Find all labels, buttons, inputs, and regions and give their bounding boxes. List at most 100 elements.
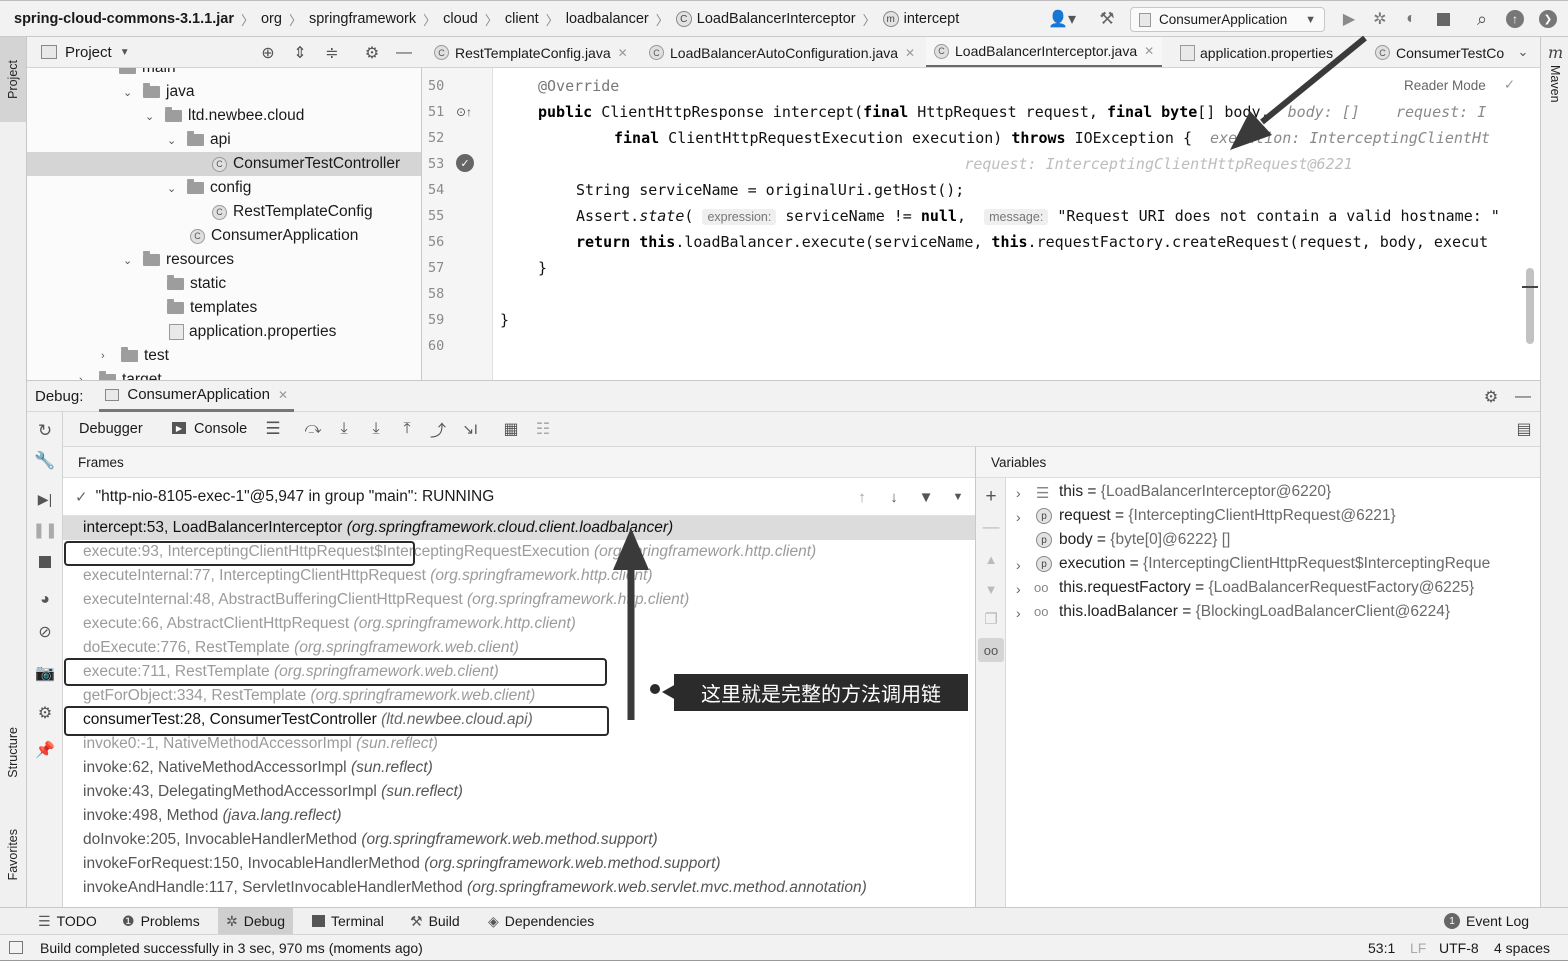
run-to-cursor-icon[interactable]: ↘I (459, 418, 481, 440)
tree-node-main[interactable]: main (119, 68, 176, 80)
chevron-down-icon[interactable]: ▼ (120, 47, 130, 58)
variable-row[interactable]: this.loadBalancer = {BlockingLoadBalance… (1059, 600, 1450, 624)
breadcrumb-class[interactable]: LoadBalancerInterceptor (697, 11, 856, 27)
frame-row[interactable]: invoke:43, DelegatingMethodAccessorImpl … (83, 780, 463, 804)
variable-row[interactable]: request = {InterceptingClientHttpRequest… (1059, 504, 1396, 528)
chevron-down-icon[interactable]: ⌄ (123, 254, 135, 267)
tab-rest-template-config[interactable]: C RestTemplateConfig.java ✕ (426, 37, 636, 67)
status-message[interactable]: Build completed successfully in 3 sec, 9… (40, 940, 423, 956)
move-down-icon[interactable]: ▼ (980, 578, 1002, 600)
tab-loadbalancer-auto-configuration[interactable]: C LoadBalancerAutoConfiguration.java ✕ (641, 37, 923, 67)
tree-node-config[interactable]: ⌄ config (167, 176, 251, 200)
tree-node-java[interactable]: ⌄ java (123, 80, 194, 104)
variable-row[interactable]: execution = {InterceptingClientHttpReque… (1059, 552, 1490, 576)
problems-tool-button[interactable]: ❶ Problems (122, 911, 200, 931)
console-tab[interactable]: Console (194, 421, 247, 437)
debug-session-tab[interactable]: ConsumerApplication ✕ (99, 381, 295, 412)
dependencies-tool-button[interactable]: ◈ Dependencies (488, 911, 594, 931)
view-breakpoints-icon[interactable]: ◕ (34, 589, 56, 611)
tree-node-static[interactable]: static (167, 272, 226, 296)
frame-row[interactable]: invokeAndHandle:117, ServletInvocableHan… (83, 876, 867, 900)
tab-consumer-test-controller[interactable]: C ConsumerTestCo (1367, 37, 1512, 67)
build-hammer-icon[interactable]: ⚒ (1095, 7, 1119, 31)
tree-node-rest-template-config[interactable]: C RestTemplateConfig (212, 200, 373, 224)
toggle-tool-windows-icon[interactable] (9, 941, 23, 954)
rerun-icon[interactable]: ↻ (34, 420, 56, 442)
variable-row[interactable]: this = {LoadBalancerInterceptor@6220} (1059, 480, 1331, 504)
locate-target-icon[interactable]: ⊕ (257, 42, 279, 64)
stop-icon[interactable] (34, 551, 56, 573)
pin-icon[interactable]: 📌 (34, 739, 56, 761)
chevron-right-icon[interactable]: › (1016, 485, 1021, 501)
breadcrumb-client[interactable]: client (505, 11, 539, 27)
todo-tool-button[interactable]: ☰ TODO (38, 911, 97, 931)
arrow-up-icon[interactable]: ↑ (851, 486, 873, 508)
breadcrumb-org[interactable]: org (261, 11, 282, 27)
step-into-icon[interactable]: ⤓ (365, 418, 387, 440)
breadcrumb-springframework[interactable]: springframework (309, 11, 416, 27)
tab-application-properties[interactable]: application.properties (1172, 37, 1341, 67)
tree-node-package[interactable]: ⌄ ltd.newbee.cloud (145, 104, 304, 128)
gear-icon[interactable]: ⚙ (1480, 386, 1502, 408)
line-separator[interactable]: LF (1410, 940, 1426, 956)
tree-node-consumer-application[interactable]: C ConsumerApplication (190, 224, 358, 248)
chevron-down-icon[interactable]: ▼ (947, 486, 969, 508)
hide-panel-icon[interactable]: — (393, 42, 415, 64)
chevron-down-icon[interactable]: ⌄ (167, 182, 179, 195)
remove-watch-icon[interactable]: — (980, 516, 1002, 538)
trace-stream-icon[interactable]: ☷ (532, 418, 554, 440)
add-watch-icon[interactable]: + (980, 486, 1002, 508)
wrench-icon[interactable]: 🔧 (34, 450, 56, 472)
breadcrumb-method[interactable]: intercept (904, 11, 960, 27)
chevron-down-icon[interactable]: ⌄ (123, 86, 135, 99)
hide-panel-icon[interactable]: — (1512, 386, 1534, 408)
mute-breakpoints-icon[interactable]: ⊘ (34, 621, 56, 643)
coverage-icon[interactable]: ◐ (1399, 7, 1423, 31)
frame-row[interactable]: invoke:62, NativeMethodAccessorImpl (sun… (83, 756, 433, 780)
show-execution-point-icon[interactable]: ⤼ (302, 418, 324, 440)
frame-row[interactable]: doInvoke:205, InvocableHandlerMethod (or… (83, 828, 658, 852)
frame-row[interactable]: executeInternal:77, InterceptingClientHt… (83, 564, 653, 588)
expand-all-icon[interactable]: ⇕ (289, 42, 311, 64)
chevron-right-icon[interactable]: › (101, 350, 113, 362)
watches-toggle-icon[interactable]: oo (978, 638, 1004, 662)
gear-icon[interactable]: ⚙ (34, 702, 56, 724)
close-icon[interactable]: ✕ (1144, 44, 1154, 58)
breakpoint-icon[interactable]: ✓ (456, 154, 474, 172)
frame-row[interactable]: doExecute:776, RestTemplate (org.springf… (83, 636, 519, 660)
file-encoding[interactable]: UTF-8 (1439, 940, 1479, 956)
favorites-tool-button[interactable]: Favorites (0, 812, 26, 897)
close-icon[interactable]: ✕ (278, 388, 288, 402)
pause-icon[interactable]: ❚❚ (32, 519, 57, 541)
tab-loadbalancer-interceptor[interactable]: C LoadBalancerInterceptor.java ✕ (926, 37, 1163, 67)
tree-node-target[interactable]: › target (79, 368, 162, 380)
thread-selector[interactable]: ✓ "http-nio-8105-exec-1"@5,947 in group … (63, 478, 975, 516)
breadcrumb-loadbalancer[interactable]: loadbalancer (566, 11, 649, 27)
move-up-icon[interactable]: ▲ (980, 548, 1002, 570)
user-icon[interactable]: 👤▾ (1045, 9, 1079, 29)
frame-row[interactable]: executeInternal:48, AbstractBufferingCli… (83, 588, 689, 612)
run-icon[interactable]: ▶ (1337, 7, 1361, 31)
variable-row[interactable]: body = {byte[0]@6222} [] (1059, 528, 1230, 552)
chevron-right-icon[interactable]: › (1016, 605, 1021, 621)
search-icon[interactable]: ⌕ (1470, 7, 1494, 31)
project-tool-button[interactable]: Project (0, 37, 26, 122)
tree-node-application-properties[interactable]: application.properties (169, 320, 336, 344)
tree-node-templates[interactable]: templates (167, 296, 257, 320)
debugger-tab[interactable]: Debugger (79, 421, 143, 437)
frame-row[interactable]: invokeForRequest:150, InvocableHandlerMe… (83, 852, 721, 876)
duplicate-icon[interactable]: ❐ (980, 608, 1002, 630)
update-icon[interactable]: ↑ (1503, 7, 1527, 31)
frame-row[interactable]: invoke:498, Method (java.lang.reflect) (83, 804, 342, 828)
force-step-into-icon[interactable]: ⤒ (396, 418, 418, 440)
reader-mode-toggle[interactable]: Reader Mode ✓ (1404, 76, 1534, 94)
structure-tool-button[interactable]: Structure (0, 707, 26, 797)
tree-node-consumer-test-controller[interactable]: C ConsumerTestController (212, 152, 400, 176)
menu-lines-icon[interactable]: ☰ (262, 418, 284, 440)
close-icon[interactable]: ✕ (905, 46, 915, 60)
resume-icon[interactable]: ▶| (34, 488, 56, 510)
evaluate-expression-icon[interactable]: ▦ (500, 418, 522, 440)
debug-tool-button[interactable]: ✲ Debug (218, 908, 293, 934)
indent-setting[interactable]: 4 spaces (1494, 940, 1550, 956)
code-editor[interactable]: @Override public ClientHttpResponse inte… (494, 68, 1540, 380)
